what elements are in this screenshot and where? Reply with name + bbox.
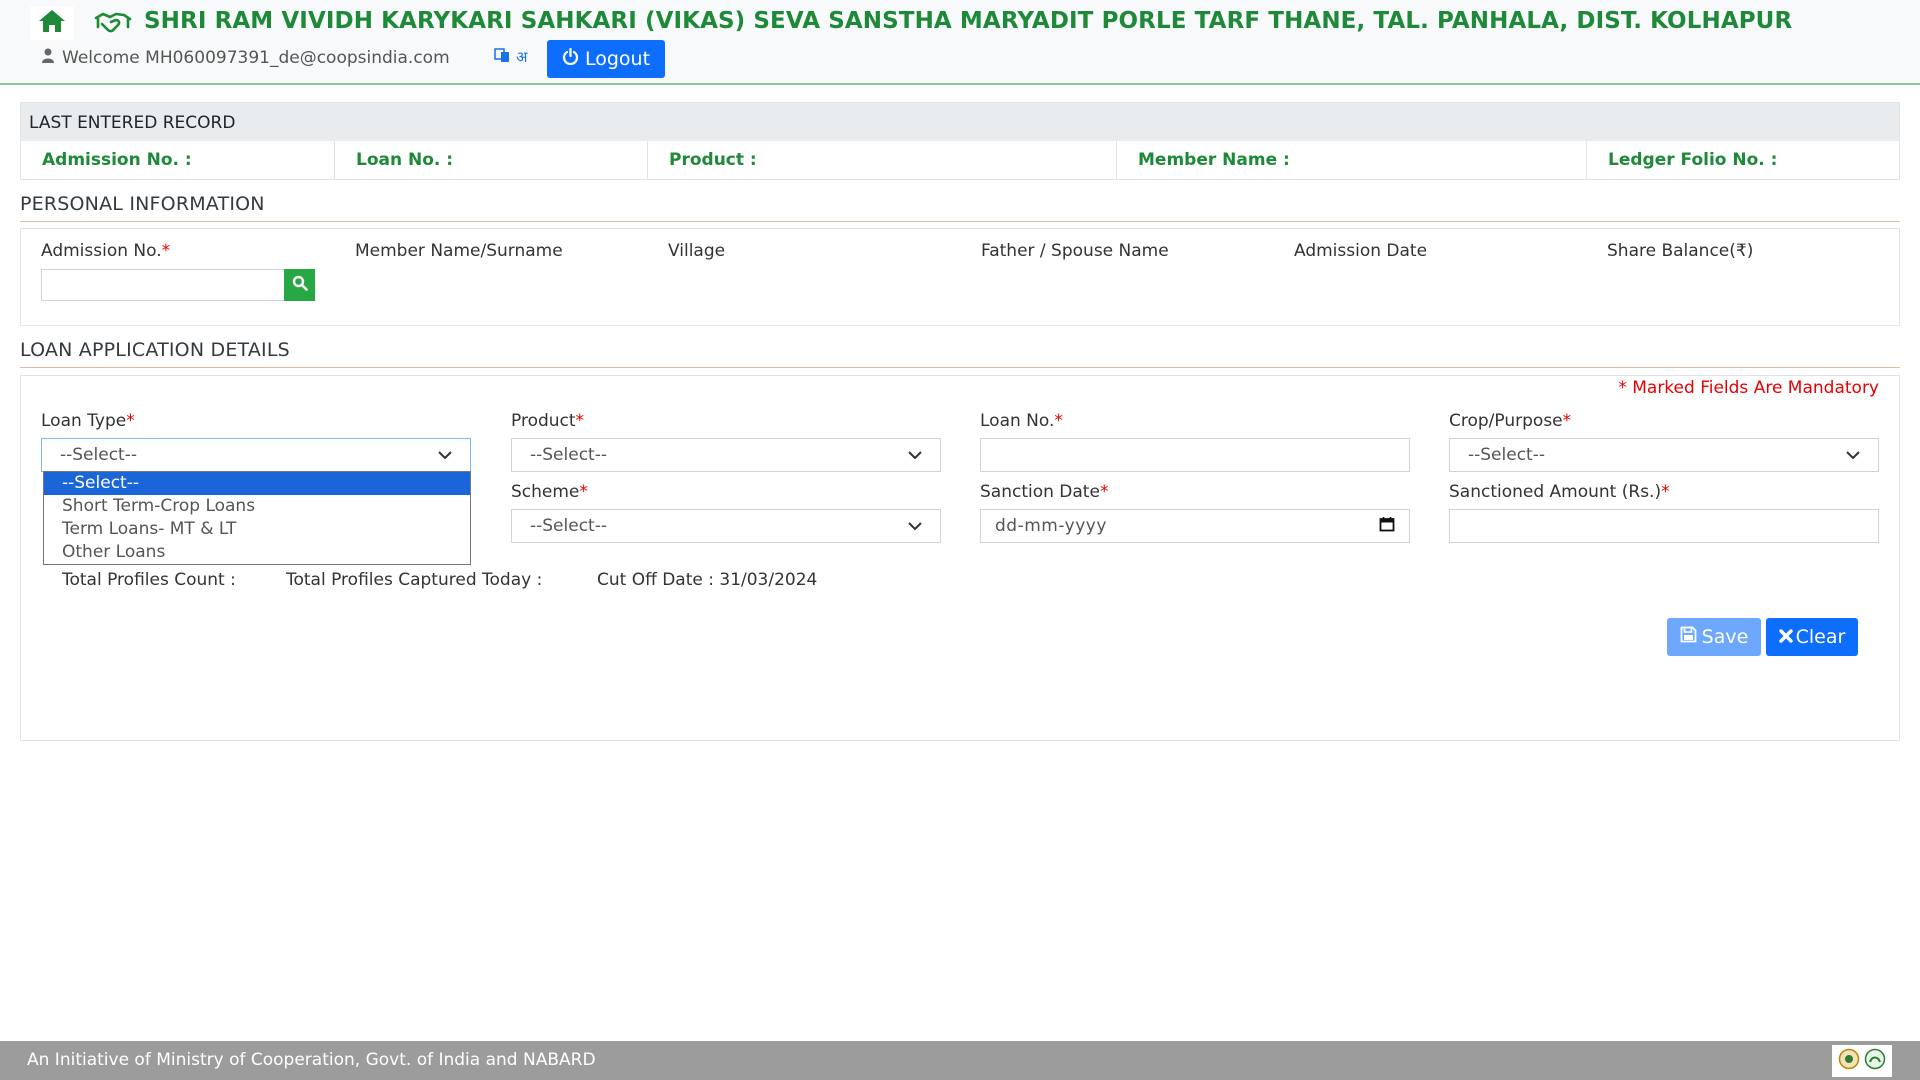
sanctioned-amount-text: Sanctioned Amount (Rs.): [1449, 482, 1662, 502]
personal-info-divider: [20, 221, 1900, 222]
last-ledger-folio: Ledger Folio No. :: [1608, 150, 1778, 170]
crop-purpose-value: --Select--: [1468, 445, 1545, 465]
home-icon: [37, 8, 67, 38]
loan-type-dropdown-list: --Select-- Short Term-Crop Loans Term Lo…: [43, 471, 471, 565]
last-product: Product :: [648, 141, 1117, 180]
save-icon: [1680, 626, 1697, 648]
loan-type-option[interactable]: --Select--: [44, 472, 470, 495]
loan-no-text: Loan No.: [980, 411, 1055, 431]
loan-details-divider: [20, 367, 1900, 368]
scheme-select[interactable]: --Select--: [511, 509, 941, 543]
nabard-logo: [1864, 1048, 1886, 1074]
product-label: Product*: [511, 411, 584, 431]
share-balance-label: Share Balance(₹): [1607, 241, 1754, 261]
clear-button[interactable]: Clear: [1766, 618, 1858, 656]
scheme-value: --Select--: [530, 516, 607, 536]
required-mark: *: [161, 241, 171, 261]
admission-no-text: Admission No.: [41, 241, 162, 261]
user-icon: [42, 48, 54, 68]
search-icon: [292, 275, 308, 295]
sanction-date-placeholder: dd-mm-yyyy: [995, 516, 1107, 536]
home-button[interactable]: [30, 6, 74, 40]
page-footer: An Initiative of Ministry of Cooperation…: [0, 1041, 1920, 1080]
save-label: Save: [1701, 626, 1749, 648]
cut-off-date: Cut Off Date : 31/03/2024: [597, 570, 818, 590]
footer-text: An Initiative of Ministry of Cooperation…: [27, 1050, 596, 1070]
total-profiles-count: Total Profiles Count :: [62, 570, 236, 590]
save-button[interactable]: Save: [1667, 618, 1761, 656]
profiles-captured-today: Total Profiles Captured Today :: [286, 570, 543, 590]
loan-type-text: Loan Type: [41, 411, 127, 431]
last-record-row: Admission No. : Loan No. : Product : Mem…: [21, 141, 1899, 180]
loan-type-option[interactable]: Term Loans- MT & LT: [44, 518, 470, 541]
clear-label: Clear: [1795, 626, 1846, 648]
product-select[interactable]: --Select--: [511, 438, 941, 472]
page-header: SHRI RAM VIVIDH KARYKARI SAHKARI (VIKAS)…: [0, 0, 1920, 85]
admission-no-input[interactable]: [41, 269, 285, 301]
loan-no-label: Loan No.*: [980, 411, 1063, 431]
last-entered-record-card: LAST ENTERED RECORD Admission No. : Loan…: [20, 102, 1900, 180]
partner-logos: [1832, 1045, 1892, 1077]
village-label: Village: [668, 241, 726, 261]
emblem-logo: [1838, 1048, 1860, 1074]
loan-type-option[interactable]: Other Loans: [44, 541, 470, 564]
handshake-icon: [94, 8, 132, 38]
crop-purpose-select[interactable]: --Select--: [1449, 438, 1879, 472]
calendar-icon[interactable]: [1379, 516, 1395, 537]
loan-type-value: --Select--: [60, 445, 137, 465]
sanction-date-input[interactable]: dd-mm-yyyy: [980, 509, 1410, 543]
language-label: अ: [516, 48, 528, 66]
chevron-down-icon: [1846, 445, 1860, 465]
required-mark: *: [126, 411, 135, 431]
personal-info-card: Admission No.* Member Name/Surname Villa…: [20, 228, 1900, 326]
loan-no-input[interactable]: [980, 438, 1410, 472]
loan-type-option[interactable]: Short Term-Crop Loans: [44, 495, 470, 518]
scheme-label: Scheme*: [511, 482, 588, 502]
loan-details-card: * Marked Fields Are Mandatory Loan Type*…: [20, 375, 1900, 741]
sanction-date-text: Sanction Date: [980, 482, 1100, 502]
required-mark: *: [1661, 482, 1670, 502]
sanctioned-amount-label: Sanctioned Amount (Rs.)*: [1449, 482, 1670, 502]
last-loan-no: Loan No. :: [335, 141, 648, 180]
loan-type-label: Loan Type*: [41, 411, 135, 431]
close-icon: [1778, 626, 1793, 648]
loan-type-select[interactable]: --Select--: [41, 438, 471, 472]
scheme-text: Scheme: [511, 482, 580, 502]
required-mark: *: [1562, 411, 1572, 431]
crop-purpose-label: Crop/Purpose*: [1449, 411, 1571, 431]
chevron-down-icon: [438, 445, 452, 465]
mandatory-note: * Marked Fields Are Mandatory: [1618, 378, 1879, 398]
loan-details-title: LOAN APPLICATION DETAILS: [20, 339, 290, 361]
product-text: Product: [511, 411, 576, 431]
required-mark: *: [1054, 411, 1063, 431]
translate-icon: [494, 47, 510, 67]
power-icon: [562, 47, 579, 70]
chevron-down-icon: [908, 445, 922, 465]
logout-button[interactable]: Logout: [547, 40, 665, 78]
member-name-label: Member Name/Surname: [355, 241, 563, 261]
required-mark: *: [1099, 482, 1109, 502]
admission-no-label: Admission No.*: [41, 241, 170, 261]
required-mark: *: [579, 482, 588, 502]
last-member-name: Member Name :: [1117, 141, 1587, 180]
admission-search-button[interactable]: [284, 269, 315, 301]
last-admission-no: Admission No. :: [21, 141, 335, 180]
product-value: --Select--: [530, 445, 607, 465]
admission-date-label: Admission Date: [1294, 241, 1428, 261]
welcome-text: Welcome MH060097391_de@coopsindia.com: [42, 48, 450, 68]
father-spouse-label: Father / Spouse Name: [981, 241, 1169, 261]
sanction-date-label: Sanction Date*: [980, 482, 1108, 502]
last-record-title: LAST ENTERED RECORD: [21, 103, 1899, 141]
organization-name: SHRI RAM VIVIDH KARYKARI SAHKARI (VIKAS)…: [144, 8, 1793, 34]
chevron-down-icon: [908, 516, 922, 536]
welcome-label: Welcome MH060097391_de@coopsindia.com: [62, 48, 450, 68]
logout-label: Logout: [584, 48, 651, 70]
personal-info-title: PERSONAL INFORMATION: [20, 193, 265, 215]
sanctioned-amount-input[interactable]: [1449, 509, 1879, 543]
required-mark: *: [575, 411, 585, 431]
crop-purpose-text: Crop/Purpose: [1449, 411, 1563, 431]
language-toggle[interactable]: अ: [494, 47, 527, 67]
